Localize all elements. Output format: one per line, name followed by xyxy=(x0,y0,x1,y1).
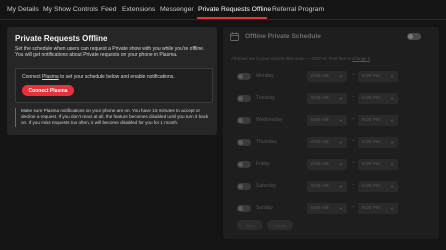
from-time-select[interactable]: 9:00 AM ▼ xyxy=(307,93,347,104)
connect-prefix: Connect xyxy=(22,74,41,80)
change-timezone-link[interactable]: change it xyxy=(352,56,370,61)
from-time-select[interactable]: 9:00 AM ▼ xyxy=(307,71,347,82)
chevron-down-icon: ▼ xyxy=(390,118,394,123)
timezone-text: All times are in your current time zone … xyxy=(231,56,351,61)
tab-messenger[interactable]: Messenger xyxy=(160,6,194,14)
from-time-select[interactable]: 9:00 AM ▼ xyxy=(307,203,347,214)
day-toggle[interactable] xyxy=(237,73,251,80)
timezone-note: All times are in your current time zone … xyxy=(231,56,370,61)
tab-bar: My Details My Show Controls Feed Extensi… xyxy=(0,0,446,20)
connect-instructions: Connect Plasma to set your schedule belo… xyxy=(22,74,175,80)
day-label: Friday xyxy=(256,161,270,167)
schedule-row-saturday: Saturday 9:00 AM ▼ – 6:00 PM ▼ xyxy=(223,181,439,192)
connect-plasma-button[interactable]: Connect Plasma xyxy=(22,85,74,96)
from-time-select[interactable]: 9:00 AM ▼ xyxy=(307,115,347,126)
schedule-row-thursday: Thursday 9:00 AM ▼ – 6:00 PM ▼ xyxy=(223,137,439,148)
schedule-row-tuesday: Tuesday 9:00 AM ▼ – 6:00 PM ▼ xyxy=(223,93,439,104)
offline-schedule-card: Offline Private Schedule All times are i… xyxy=(223,27,439,239)
to-time-select[interactable]: 6:00 PM ▼ xyxy=(358,203,398,214)
tab-private-requests-offline[interactable]: Private Requests Offline xyxy=(198,6,271,14)
notification-warning: Make sure Plasma notifications on your p… xyxy=(15,108,215,127)
chevron-down-icon: ▼ xyxy=(339,162,343,167)
chevron-down-icon: ▼ xyxy=(390,96,394,101)
schedule-row-friday: Friday 9:00 AM ▼ – 6:00 PM ▼ xyxy=(223,159,439,170)
time-separator: – xyxy=(352,94,355,100)
to-time-select[interactable]: 6:00 PM ▼ xyxy=(358,159,398,170)
day-label: Wednesday xyxy=(256,117,283,123)
time-separator: – xyxy=(352,160,355,166)
day-label: Saturday xyxy=(256,183,277,189)
chevron-down-icon: ▼ xyxy=(390,184,394,189)
cancel-button[interactable]: Cancel xyxy=(267,220,293,230)
connect-plasma-box: Connect Plasma to set your schedule belo… xyxy=(15,68,213,103)
active-tab-indicator xyxy=(197,17,267,19)
plasma-link[interactable]: Plasma xyxy=(42,74,59,80)
day-label: Sunday xyxy=(256,205,273,211)
tab-feed[interactable]: Feed xyxy=(101,6,117,14)
to-time-select[interactable]: 6:00 PM ▼ xyxy=(358,93,398,104)
tab-extensions[interactable]: Extensions xyxy=(122,6,155,14)
card-title: Private Requests Offline xyxy=(15,34,108,43)
schedule-row-sunday: Sunday 9:00 AM ▼ – 6:00 PM ▼ xyxy=(223,203,439,214)
calendar-icon xyxy=(230,32,239,41)
card-description: Set the schedule when users can request … xyxy=(15,46,205,59)
day-label: Tuesday xyxy=(256,95,275,101)
to-time-select[interactable]: 6:00 PM ▼ xyxy=(358,71,398,82)
schedule-row-monday: Monday 9:00 AM ▼ – 6:00 PM ▼ xyxy=(223,71,439,82)
from-time-select[interactable]: 9:00 AM ▼ xyxy=(307,181,347,192)
save-button[interactable]: Save xyxy=(237,220,263,230)
time-separator: – xyxy=(352,72,355,78)
private-requests-card: Private Requests Offline Set the schedul… xyxy=(7,27,217,135)
day-toggle[interactable] xyxy=(237,161,251,168)
connect-suffix: to set your schedule below and enable no… xyxy=(60,74,175,80)
from-time-select[interactable]: 9:00 AM ▼ xyxy=(307,159,347,170)
day-toggle[interactable] xyxy=(237,183,251,190)
chevron-down-icon: ▼ xyxy=(390,74,394,79)
tab-referral-program[interactable]: Referral Program xyxy=(272,6,324,14)
chevron-down-icon: ▼ xyxy=(390,162,394,167)
time-separator: – xyxy=(352,116,355,122)
chevron-down-icon: ▼ xyxy=(339,140,343,145)
day-label: Monday xyxy=(256,73,274,79)
to-time-select[interactable]: 6:00 PM ▼ xyxy=(358,181,398,192)
tab-my-details[interactable]: My Details xyxy=(7,6,39,14)
to-time-select[interactable]: 6:00 PM ▼ xyxy=(358,137,398,148)
chevron-down-icon: ▼ xyxy=(339,118,343,123)
chevron-down-icon: ▼ xyxy=(339,96,343,101)
schedule-row-wednesday: Wednesday 9:00 AM ▼ – 6:00 PM ▼ xyxy=(223,115,439,126)
chevron-down-icon: ▼ xyxy=(390,140,394,145)
day-toggle[interactable] xyxy=(237,117,251,124)
time-separator: – xyxy=(352,182,355,188)
time-separator: – xyxy=(352,138,355,144)
to-time-select[interactable]: 6:00 PM ▼ xyxy=(358,115,398,126)
chevron-down-icon: ▼ xyxy=(339,206,343,211)
tab-my-show-controls[interactable]: My Show Controls xyxy=(43,6,98,14)
schedule-toggle[interactable] xyxy=(407,33,421,40)
chevron-down-icon: ▼ xyxy=(339,184,343,189)
day-toggle[interactable] xyxy=(237,95,251,102)
day-toggle[interactable] xyxy=(237,139,251,146)
from-time-select[interactable]: 9:00 AM ▼ xyxy=(307,137,347,148)
chevron-down-icon: ▼ xyxy=(390,206,394,211)
schedule-title: Offline Private Schedule xyxy=(245,33,321,40)
time-separator: – xyxy=(352,204,355,210)
day-label: Thursday xyxy=(256,139,277,145)
day-toggle[interactable] xyxy=(237,205,251,212)
chevron-down-icon: ▼ xyxy=(339,74,343,79)
